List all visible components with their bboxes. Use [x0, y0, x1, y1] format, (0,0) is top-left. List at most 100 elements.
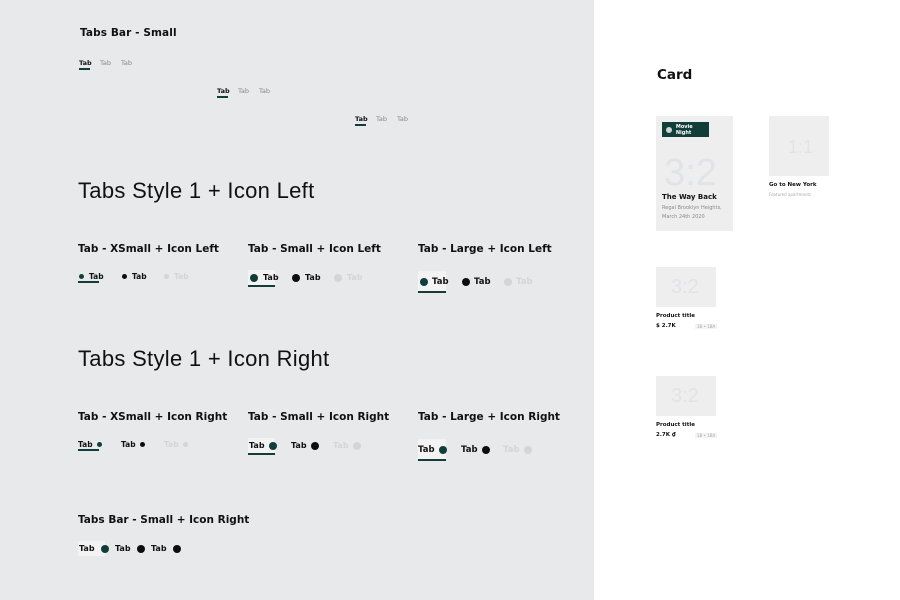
dot-icon [100, 544, 109, 553]
dot-icon [122, 274, 127, 279]
tab-label: Tab [121, 440, 136, 449]
tab-label: Tab [432, 277, 449, 287]
tab-label: Tab [418, 445, 435, 455]
large-icon-left-heading: Tab - Large + Icon Left [418, 243, 552, 255]
small-card-subtitle: Featured apartments [769, 192, 812, 197]
tab-large-icon-left-active[interactable]: Tab [420, 277, 449, 287]
dot-icon [182, 442, 188, 447]
tab[interactable]: Tab [121, 59, 132, 67]
tab-xsmall-icon-left[interactable]: Tab [122, 272, 147, 281]
small-icon-left-heading: Tab - Small + Icon Left [248, 243, 381, 255]
dot-icon [96, 442, 102, 447]
small-card-image[interactable]: 1:1 [769, 116, 829, 176]
tab-bar-icon-right[interactable]: Tab [151, 544, 181, 553]
active-tab-underline [418, 291, 446, 293]
components-canvas: Tabs Bar - Small Tab Tab Tab Tab Tab Tab… [0, 0, 594, 600]
dot-icon [523, 446, 532, 454]
event-badge: Movie Night [662, 122, 709, 137]
xsmall-icon-left-heading: Tab - XSmall + Icon Left [78, 243, 219, 255]
dot-icon [334, 273, 342, 282]
tab-large-icon-right-active[interactable]: Tab [418, 445, 447, 455]
event-card-title: The Way Back [662, 193, 717, 201]
product-title: Product title [656, 422, 695, 428]
dot-icon [438, 446, 447, 454]
tab-small-icon-left[interactable]: Tab [292, 273, 321, 282]
tab-bar-icon-right[interactable]: Tab [115, 544, 145, 553]
xsmall-icon-right-heading: Tab - XSmall + Icon Right [78, 411, 228, 423]
tab-label: Tab [461, 445, 478, 455]
tab-small-icon-right-disabled: Tab [333, 441, 361, 450]
card-panel: Card 3:2 Movie Night The Way Back Regal … [594, 0, 900, 600]
tab-label: Tab [503, 445, 520, 455]
tab-label: Tab [164, 440, 179, 449]
tab-small-icon-left-active[interactable]: Tab [250, 273, 279, 282]
event-card-desc-line2: March 24th 2020 [662, 214, 705, 220]
tab[interactable]: Tab [397, 115, 408, 123]
product-card-image[interactable]: 3:2 [656, 376, 716, 416]
tab-label: Tab [249, 441, 265, 450]
active-tab-underline [355, 124, 366, 126]
tabs-bar-small-heading: Tabs Bar - Small [80, 27, 177, 39]
event-card[interactable]: 3:2 Movie Night The Way Back Regal Brook… [656, 116, 733, 231]
tab-active[interactable]: Tab [79, 59, 92, 67]
product-title: Product title [656, 313, 695, 319]
product-price: $ 2.7K [656, 323, 676, 329]
dot-icon [666, 126, 672, 133]
tab-bar-icon-right-active[interactable]: Tab [79, 544, 109, 553]
dot-icon [250, 273, 258, 282]
tab-label: Tab [474, 277, 491, 287]
image-ratio-placeholder: 3:2 [671, 276, 699, 298]
tab-small-icon-right-active[interactable]: Tab [249, 441, 277, 450]
tab-label: Tab [333, 441, 349, 450]
tab-label: Tab [291, 441, 307, 450]
small-card-title: Go to New York [769, 182, 817, 188]
event-card-desc-line1: Regal Brooklyn Heights, [662, 205, 722, 211]
dot-icon [420, 278, 428, 286]
tab-xsmall-icon-left-active[interactable]: Tab [79, 272, 104, 281]
active-tab-underline [248, 285, 275, 287]
product-card-image[interactable]: 3:2 [656, 267, 716, 307]
dot-icon [504, 278, 512, 286]
tab-large-icon-right-disabled: Tab [503, 445, 532, 455]
tab-label: Tab [115, 544, 131, 553]
tab-large-icon-left[interactable]: Tab [462, 277, 491, 287]
tab-label: Tab [132, 272, 147, 281]
tab-small-icon-left-disabled: Tab [334, 273, 363, 282]
tab-active[interactable]: Tab [355, 115, 368, 123]
dot-icon [268, 441, 277, 450]
tab-label: Tab [516, 277, 533, 287]
tab-small-icon-right[interactable]: Tab [291, 441, 319, 450]
large-icon-right-heading: Tab - Large + Icon Right [418, 411, 560, 423]
tab[interactable]: Tab [238, 87, 249, 95]
icon-left-section-heading: Tabs Style 1 + Icon Left [78, 178, 315, 203]
tab-xsmall-icon-left-disabled: Tab [164, 272, 189, 281]
dot-icon [352, 441, 361, 450]
active-tab-underline [79, 68, 90, 70]
card-section-heading: Card [657, 67, 693, 83]
tab[interactable]: Tab [376, 115, 387, 123]
image-ratio-placeholder: 1:1 [788, 137, 814, 157]
product-price: 2.7K ₫ [656, 432, 676, 438]
tab-xsmall-icon-right[interactable]: Tab [121, 440, 145, 449]
tabs-bar-icon-right-heading: Tabs Bar - Small + Icon Right [78, 514, 250, 526]
dot-icon [292, 273, 300, 282]
tab[interactable]: Tab [259, 87, 270, 95]
tab-label: Tab [263, 273, 279, 282]
tab-large-icon-left-disabled: Tab [504, 277, 533, 287]
tab-active[interactable]: Tab [217, 87, 230, 95]
active-tab-underline [78, 281, 99, 283]
dot-icon [79, 274, 84, 279]
dot-icon [481, 446, 490, 454]
active-tab-underline [248, 453, 275, 455]
active-tab-underline [78, 449, 99, 451]
tab[interactable]: Tab [100, 59, 111, 67]
image-ratio-placeholder: 3:2 [664, 152, 717, 194]
tab-xsmall-icon-right-disabled: Tab [164, 440, 188, 449]
tab-xsmall-icon-right-active[interactable]: Tab [78, 440, 102, 449]
product-sizes: 1B • 1BA [695, 324, 718, 329]
tab-large-icon-right[interactable]: Tab [461, 445, 490, 455]
product-sizes: 1B • 1BA [695, 433, 718, 438]
tab-label: Tab [79, 544, 95, 553]
active-tab-underline [418, 459, 446, 461]
active-tab-underline [217, 96, 228, 98]
